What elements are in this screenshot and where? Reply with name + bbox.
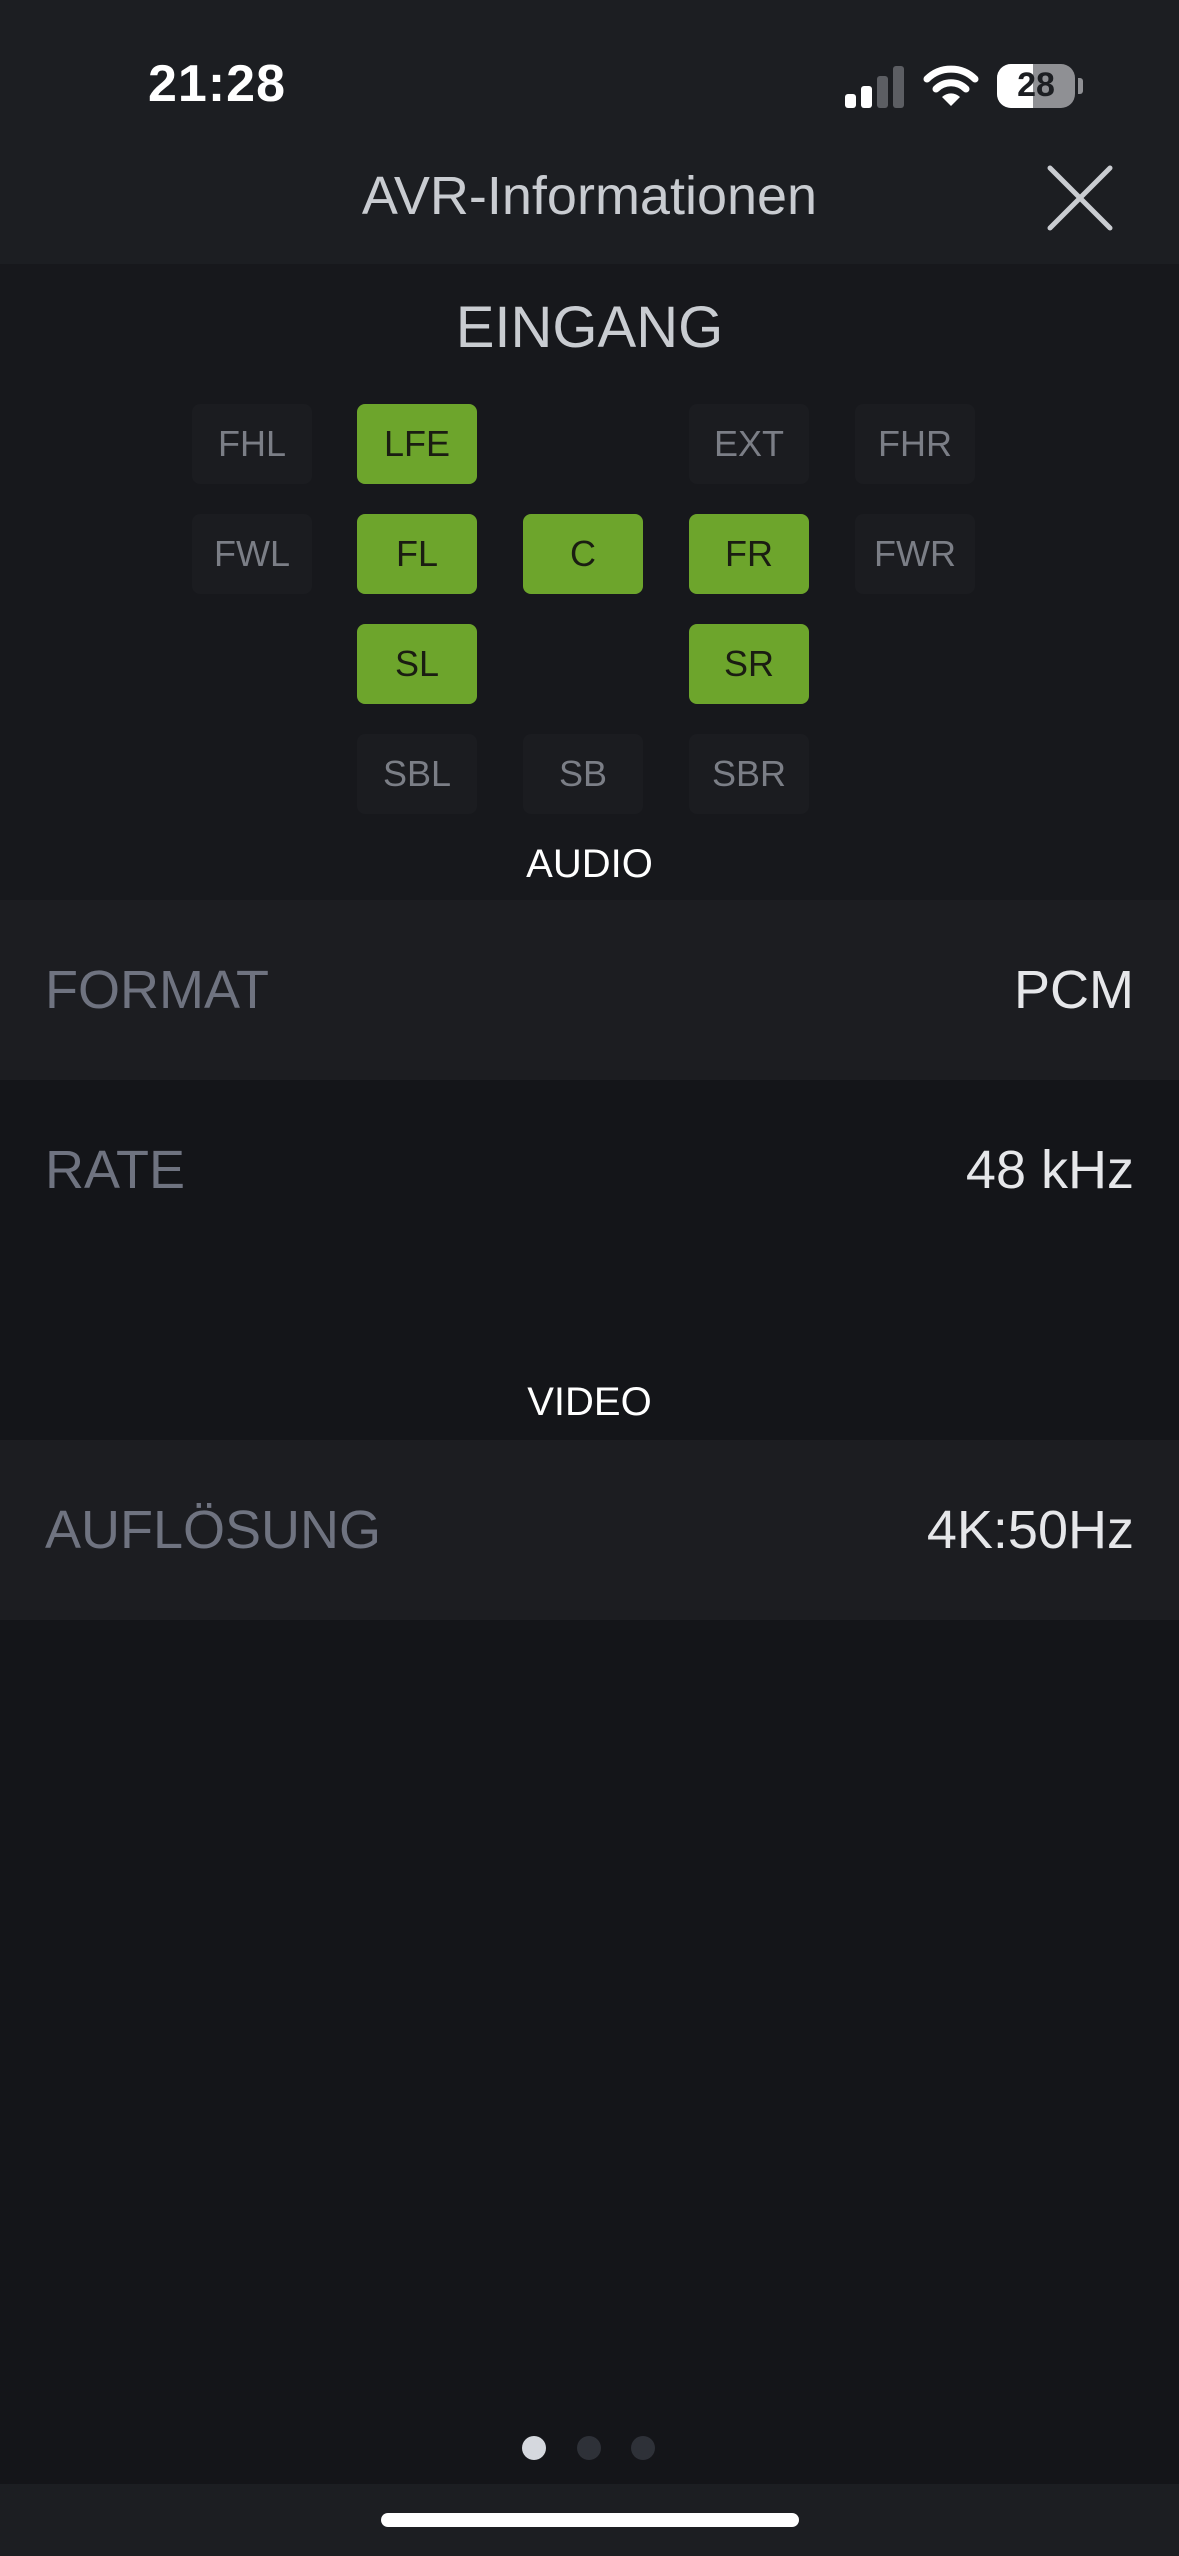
- input-section: EINGANG FHL LFE EXT FHR FWL FL C FR FWR …: [0, 264, 1179, 900]
- header: AVR-Informationen: [0, 140, 1179, 264]
- format-value: PCM: [1014, 960, 1134, 1020]
- channel-ext: EXT: [689, 404, 809, 484]
- channel-c: C: [523, 514, 643, 594]
- cellular-signal-icon: [845, 66, 905, 108]
- home-indicator[interactable]: [381, 2513, 799, 2527]
- channel-lfe: LFE: [357, 404, 477, 484]
- channel-fhl: FHL: [192, 404, 312, 484]
- close-icon[interactable]: [1040, 158, 1120, 238]
- rate-row: RATE 48 kHz: [0, 1080, 1179, 1260]
- wifi-icon: [923, 65, 979, 106]
- format-label: FORMAT: [45, 960, 269, 1020]
- page-dot-3[interactable]: [631, 2436, 655, 2460]
- status-time: 21:28: [148, 55, 286, 113]
- page-dot-1[interactable]: [522, 2436, 546, 2460]
- rate-value: 48 kHz: [965, 1140, 1134, 1200]
- channel-fr: FR: [689, 514, 809, 594]
- channel-fwl: FWL: [192, 514, 312, 594]
- status-bar: 21:28 28: [0, 0, 1179, 140]
- battery-icon: 28: [997, 64, 1075, 108]
- resolution-row: AUFLÖSUNG 4K:50Hz: [0, 1440, 1179, 1620]
- resolution-value: 4K:50Hz: [926, 1500, 1134, 1560]
- channel-fhr: FHR: [855, 404, 975, 484]
- audio-section-label: AUDIO: [526, 842, 653, 886]
- channel-fwr: FWR: [855, 514, 975, 594]
- channel-sbr: SBR: [689, 734, 809, 814]
- channel-sbl: SBL: [357, 734, 477, 814]
- input-title: EINGANG: [455, 295, 724, 360]
- battery-level: 28: [1017, 66, 1055, 104]
- page-indicator: [0, 2436, 1179, 2460]
- channel-fl: FL: [357, 514, 477, 594]
- channel-sr: SR: [689, 624, 809, 704]
- channel-sl: SL: [357, 624, 477, 704]
- rate-label: RATE: [45, 1140, 186, 1200]
- format-row: FORMAT PCM: [0, 900, 1179, 1080]
- video-section-label: VIDEO: [527, 1380, 652, 1424]
- page-dot-2[interactable]: [577, 2436, 601, 2460]
- channel-sb: SB: [523, 734, 643, 814]
- resolution-label: AUFLÖSUNG: [45, 1500, 382, 1560]
- page-title: AVR-Informationen: [361, 166, 818, 226]
- battery-tip: [1078, 78, 1083, 94]
